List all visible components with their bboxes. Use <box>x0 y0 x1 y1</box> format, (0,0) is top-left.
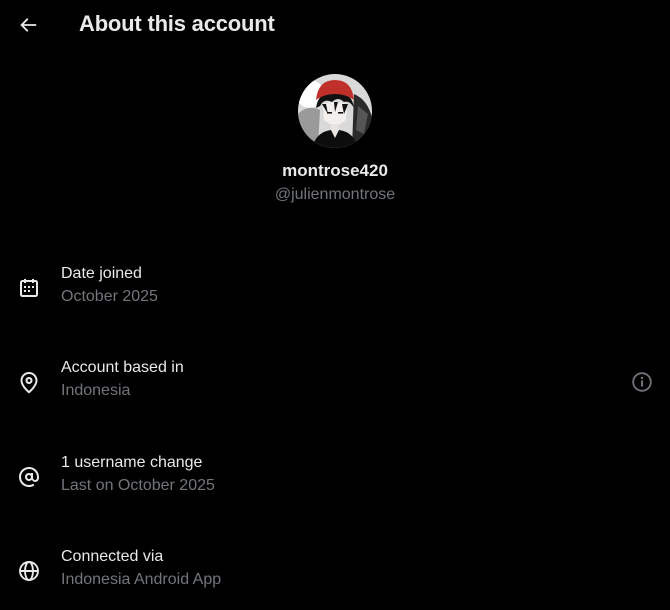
detail-value: Last on October 2025 <box>61 477 215 494</box>
info-icon[interactable] <box>630 370 654 394</box>
detail-label: Date joined <box>61 265 142 282</box>
calendar-icon <box>20 279 38 297</box>
detail-date-joined: Date joined October 2025 <box>0 264 670 314</box>
header: About this account <box>0 0 670 52</box>
detail-label: Account based in <box>61 359 184 376</box>
profile-summary: montrose420 @julienmontrose <box>0 74 670 204</box>
detail-value: October 2025 <box>61 288 158 305</box>
detail-username-change: 1 username change Last on October 2025 <box>0 453 670 503</box>
back-button[interactable] <box>12 8 44 42</box>
page-title: About this account <box>79 11 275 36</box>
detail-connected-via: Connected via Indonesia Android App <box>0 547 670 597</box>
detail-label: Connected via <box>61 548 164 565</box>
at-sign-icon <box>19 467 39 487</box>
detail-value: Indonesia <box>61 382 131 399</box>
detail-account-based-in: Account based in Indonesia <box>0 358 670 408</box>
display-name: montrose420 <box>282 161 388 180</box>
arrow-left-icon <box>20 18 37 32</box>
detail-label: 1 username change <box>61 454 203 471</box>
about-account-page: About this account montrose420 @julienmo… <box>0 0 670 610</box>
username-handle: @julienmontrose <box>274 186 396 203</box>
location-pin-icon <box>20 372 38 394</box>
avatar-image <box>298 74 372 148</box>
avatar[interactable] <box>298 74 372 148</box>
globe-icon <box>19 561 39 581</box>
detail-value: Indonesia Android App <box>61 571 222 588</box>
